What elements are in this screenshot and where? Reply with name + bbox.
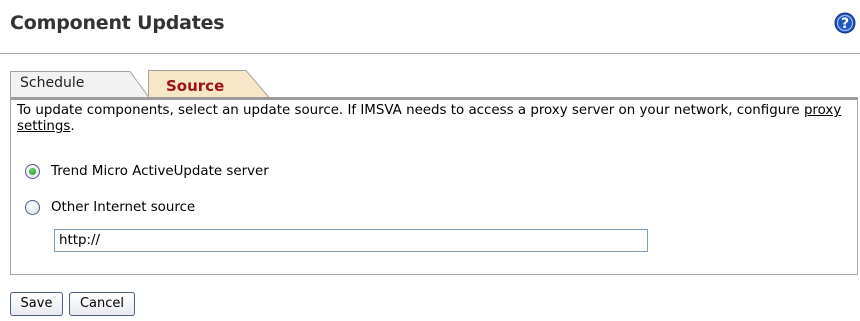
save-button[interactable]: Save: [10, 292, 63, 316]
tab-schedule[interactable]: Schedule: [10, 70, 150, 98]
cancel-button[interactable]: Cancel: [69, 292, 135, 316]
description-text: To update components, select an update s…: [17, 103, 804, 118]
tab-source[interactable]: Source: [148, 70, 270, 98]
source-panel: To update components, select an update s…: [10, 97, 858, 275]
source-description: To update components, select an update s…: [17, 103, 853, 135]
svg-text:?: ?: [841, 16, 849, 32]
activeupdate-radio[interactable]: [25, 163, 40, 179]
tab-strip: Schedule Source: [10, 70, 860, 98]
tab-schedule-label: Schedule: [20, 75, 85, 91]
other-source-label: Other Internet source: [51, 199, 196, 215]
tab-source-label: Source: [166, 77, 225, 95]
option-activeupdate[interactable]: Trend Micro ActiveUpdate server: [25, 161, 269, 181]
description-end: .: [70, 119, 75, 134]
help-icon[interactable]: ?: [834, 12, 856, 34]
option-other-source[interactable]: Other Internet source: [25, 197, 195, 217]
other-source-radio[interactable]: [25, 199, 40, 215]
source-url-input[interactable]: [54, 229, 648, 252]
page-title: Component Updates: [10, 12, 225, 34]
activeupdate-label: Trend Micro ActiveUpdate server: [51, 163, 269, 179]
page-header: Component Updates ?: [0, 0, 860, 54]
